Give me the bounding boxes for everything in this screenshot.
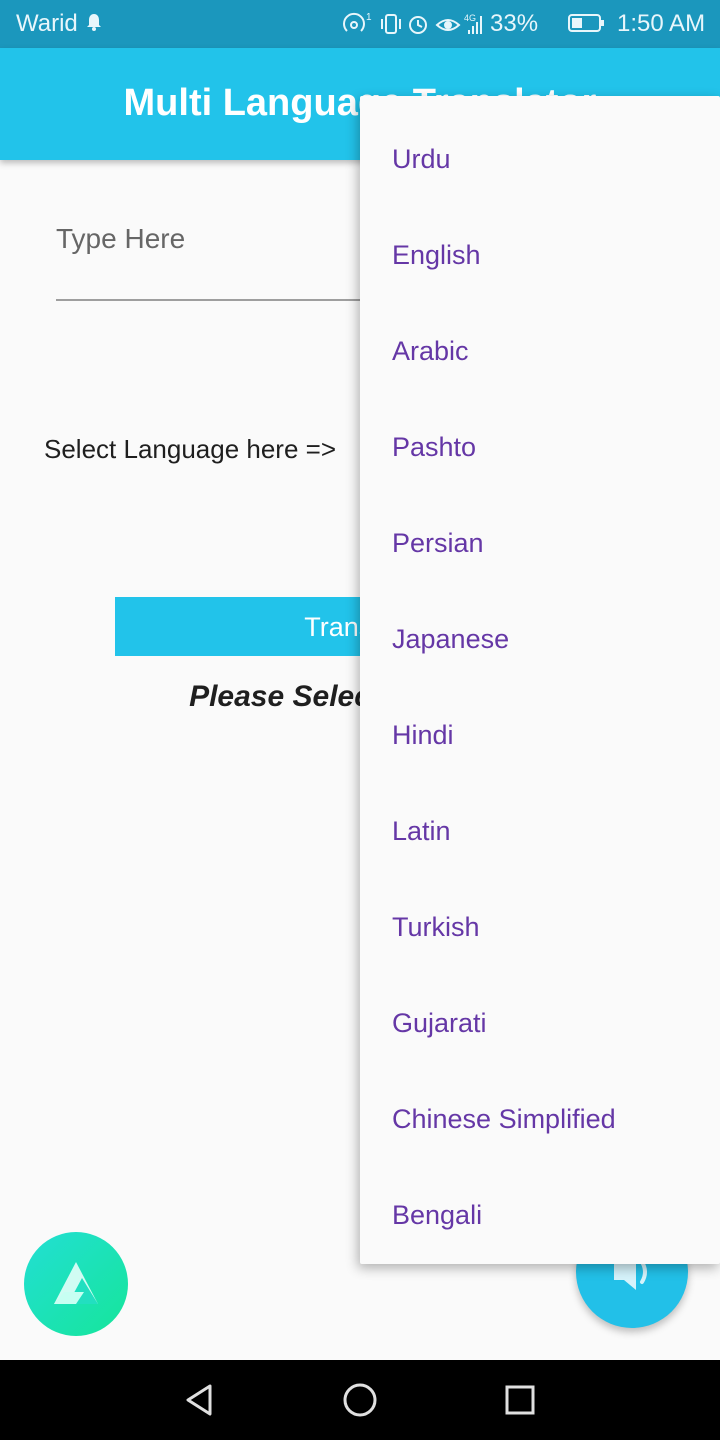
menu-item-bengali[interactable]: Bengali <box>360 1168 720 1264</box>
menu-item-label: Arabic <box>392 336 469 366</box>
vibrate-icon <box>381 14 401 34</box>
network-type-label: 4G <box>464 13 476 23</box>
notification-bell-icon <box>87 14 101 31</box>
app-logo-icon <box>54 1262 98 1304</box>
recents-icon[interactable] <box>500 1380 540 1420</box>
menu-item-label: Turkish <box>392 912 480 942</box>
back-icon[interactable] <box>180 1380 220 1420</box>
menu-item-label: Gujarati <box>392 1008 487 1038</box>
menu-item-label: Pashto <box>392 432 477 462</box>
menu-item-label: English <box>392 240 481 270</box>
menu-item-label: Latin <box>392 816 451 846</box>
menu-item-label: Persian <box>392 528 484 558</box>
menu-item-latin[interactable]: Latin <box>360 784 720 880</box>
menu-item-hindi[interactable]: Hindi <box>360 688 720 784</box>
menu-item-gujarati[interactable]: Gujarati <box>360 976 720 1072</box>
menu-item-japanese[interactable]: Japanese <box>360 592 720 688</box>
select-language-label: Select Language here => <box>44 434 337 464</box>
navigation-bar <box>0 1360 720 1440</box>
home-icon[interactable] <box>340 1380 380 1420</box>
menu-item-arabic[interactable]: Arabic <box>360 304 720 400</box>
battery-percent: 33% <box>490 10 539 37</box>
app-logo-button[interactable] <box>24 1232 128 1336</box>
menu-item-english[interactable]: English <box>360 208 720 304</box>
menu-item-pashto[interactable]: Pashto <box>360 400 720 496</box>
menu-item-label: Chinese Simplified <box>392 1104 616 1134</box>
menu-item-urdu[interactable]: Urdu <box>360 112 720 208</box>
eye-comfort-icon <box>435 19 461 31</box>
language-dropdown-menu: Urdu English Arabic Pashto Persian Japan… <box>360 96 720 1264</box>
clock: 1:50 AM <box>617 10 706 37</box>
menu-item-label: Japanese <box>392 624 510 654</box>
menu-item-turkish[interactable]: Turkish <box>360 880 720 976</box>
menu-item-label: Hindi <box>392 720 454 750</box>
svg-text:1: 1 <box>366 12 372 23</box>
status-icons: 1 4G <box>343 12 482 34</box>
battery-icon <box>568 14 604 32</box>
alarm-icon <box>409 16 427 34</box>
menu-item-persian[interactable]: Persian <box>360 496 720 592</box>
menu-item-label: Urdu <box>392 144 451 174</box>
hotspot-icon <box>343 12 365 32</box>
menu-item-chinese-simplified[interactable]: Chinese Simplified <box>360 1072 720 1168</box>
carrier-name: Warid <box>16 10 78 37</box>
menu-item-label: Bengali <box>392 1200 483 1230</box>
status-bar: Warid 1 4G 33% 1:50 AM <box>0 0 720 48</box>
